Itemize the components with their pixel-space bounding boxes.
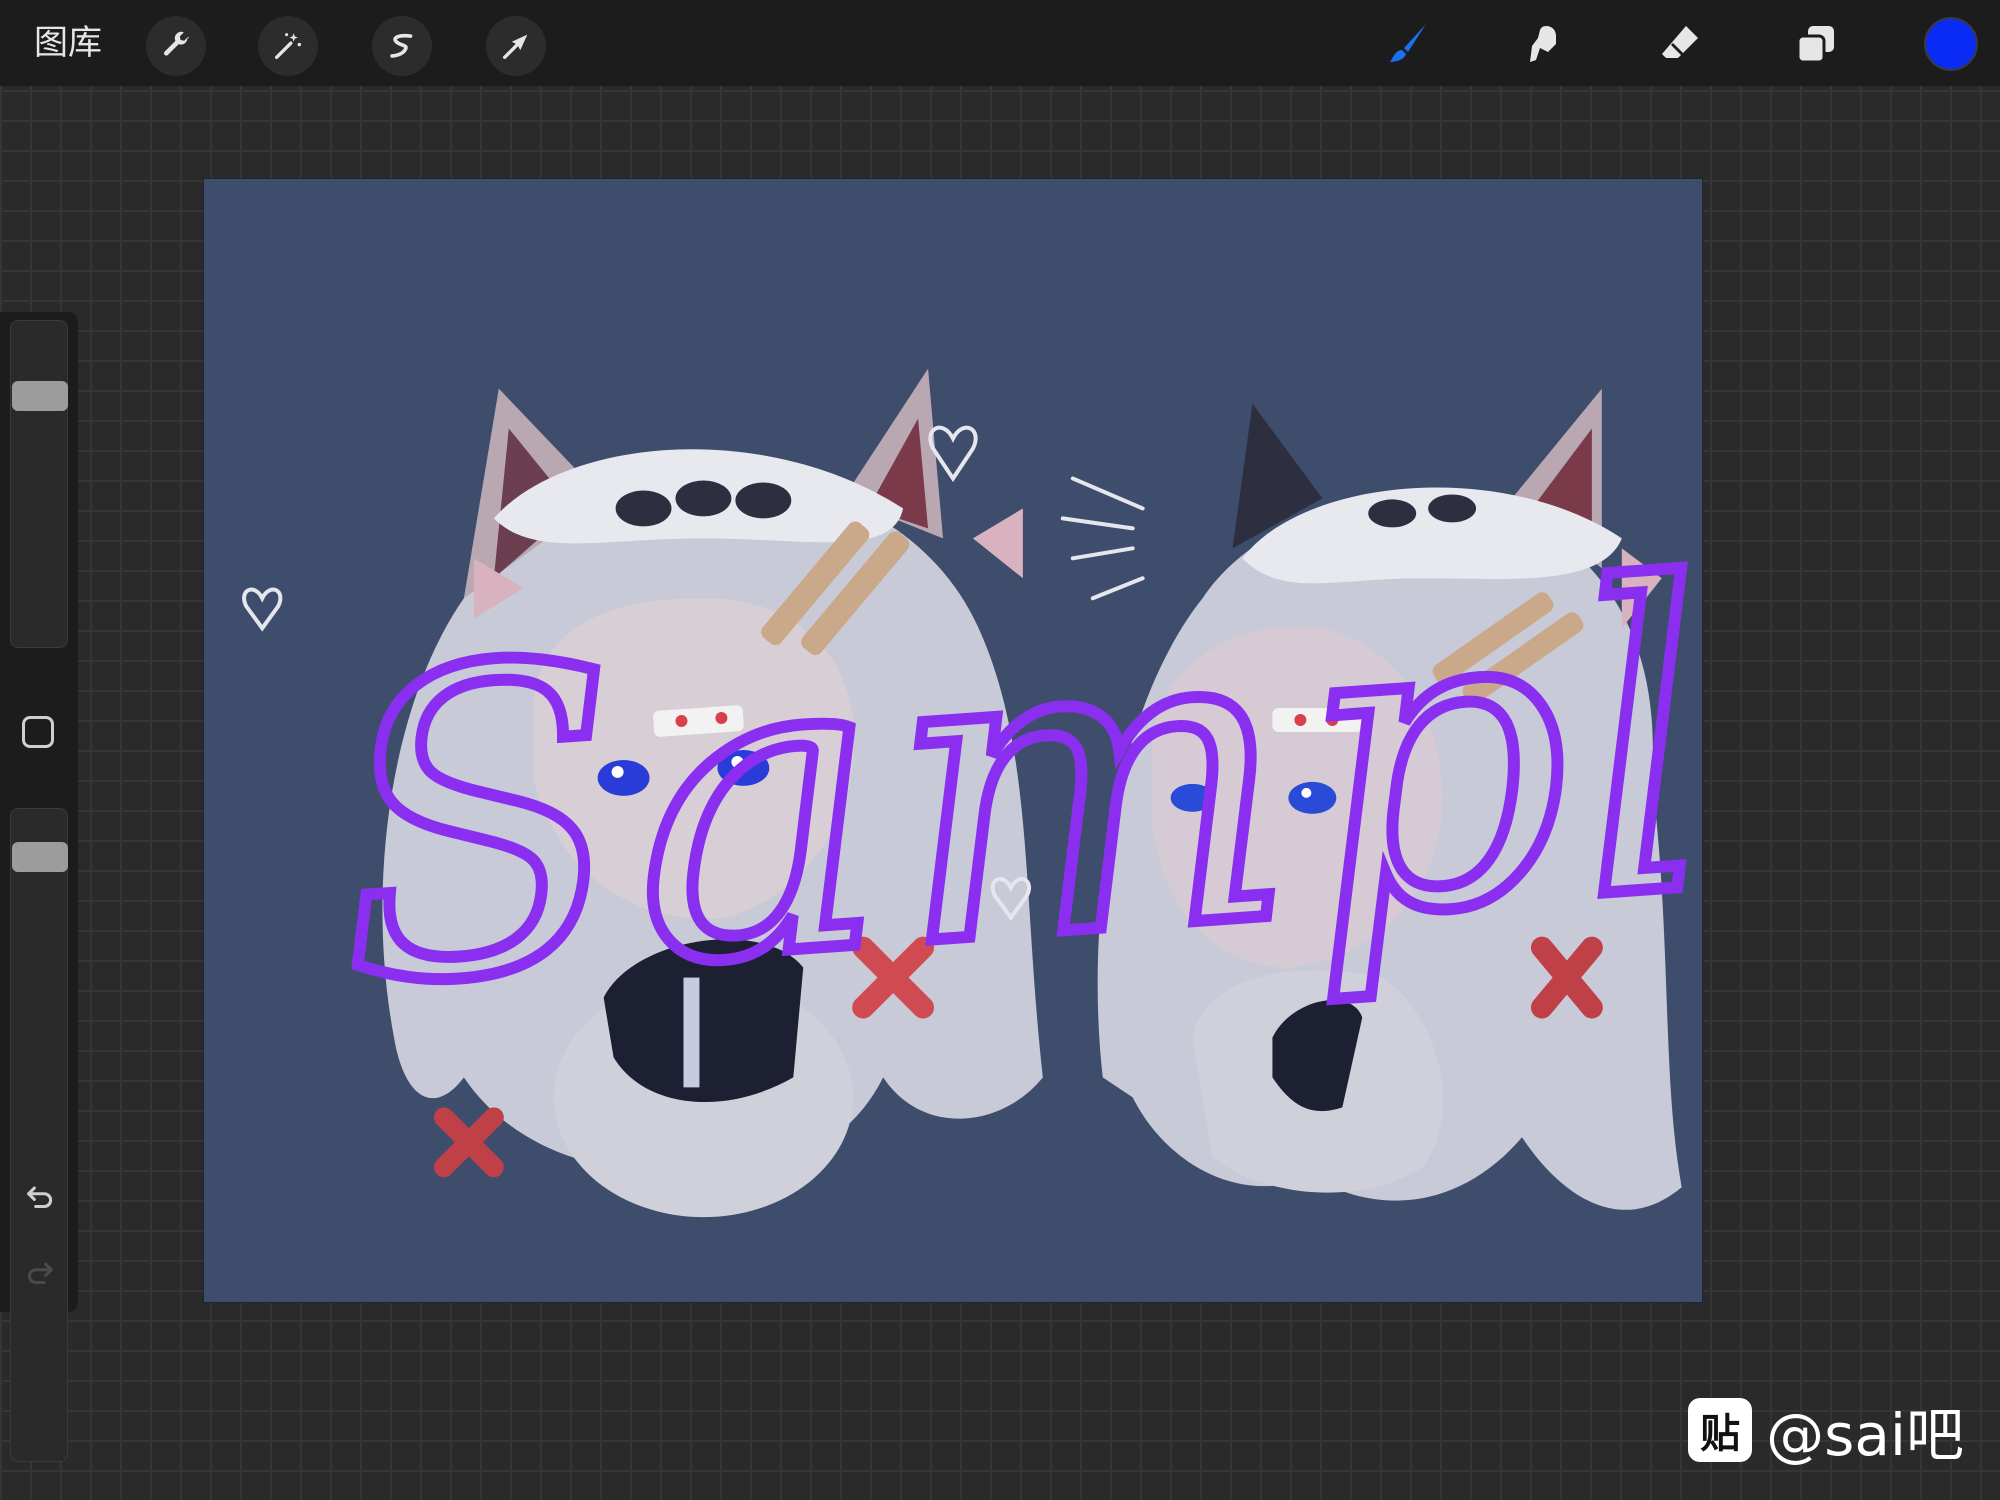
smudge-tool-button[interactable] xyxy=(1512,14,1572,74)
eraser-tool-button[interactable] xyxy=(1650,14,1710,74)
undo-icon xyxy=(27,1186,53,1209)
adjustments-button[interactable] xyxy=(258,16,318,76)
transform-button[interactable] xyxy=(486,16,546,76)
actions-button[interactable] xyxy=(146,16,206,76)
layers-icon xyxy=(1796,26,1834,64)
gallery-button[interactable]: 图库 xyxy=(34,22,102,64)
magic-wand-icon xyxy=(274,33,302,60)
opacity-slider[interactable] xyxy=(10,808,68,1462)
modify-button[interactable] xyxy=(22,716,54,748)
selection-button[interactable] xyxy=(372,16,432,76)
eraser-icon xyxy=(1662,26,1698,58)
opacity-handle[interactable] xyxy=(12,841,68,872)
transform-arrow-icon xyxy=(502,34,528,60)
drawing-canvas[interactable]: Sample xyxy=(203,178,1703,1303)
color-picker-button[interactable] xyxy=(1924,17,1978,71)
brush-size-handle[interactable] xyxy=(12,381,68,412)
layers-button[interactable] xyxy=(1786,14,1846,74)
brush-tool-button[interactable] xyxy=(1378,14,1438,74)
artwork-illustration: Sample xyxy=(242,368,1702,1218)
redo-icon xyxy=(27,1262,53,1285)
undo-button[interactable] xyxy=(20,1178,60,1218)
tieba-logo-icon: 贴 xyxy=(1688,1398,1753,1462)
brush-size-slider[interactable] xyxy=(10,320,68,648)
brush-icon xyxy=(1390,24,1426,62)
selection-icon xyxy=(390,33,413,58)
redo-button[interactable] xyxy=(20,1254,60,1294)
watermark-text: @sai吧 xyxy=(1766,1401,1964,1469)
top-toolbar: 图库 xyxy=(0,0,2000,86)
wrench-icon xyxy=(163,31,189,56)
smudge-icon xyxy=(1530,26,1556,62)
left-sidebar xyxy=(0,312,78,1462)
watermark: 贴 @sai吧 xyxy=(1688,1388,1964,1472)
